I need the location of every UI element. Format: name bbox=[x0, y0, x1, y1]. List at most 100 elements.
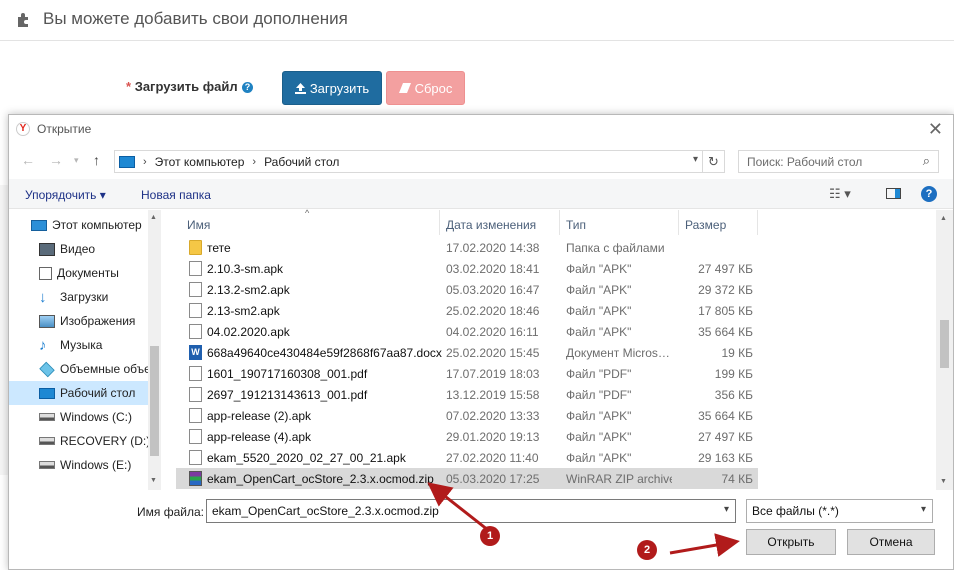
nav-item-music[interactable]: ♪ Музыка bbox=[9, 333, 148, 357]
file-icon bbox=[189, 324, 202, 339]
column-size[interactable]: Размер bbox=[679, 210, 758, 235]
cancel-button[interactable]: Отмена bbox=[847, 529, 935, 555]
file-row[interactable]: ekam_5520_2020_02_27_00_21.apk 27.02.202… bbox=[176, 447, 758, 468]
chevron-down-icon[interactable]: ▾ bbox=[921, 504, 926, 515]
address-row: ← → ▾ ↑ › Этот компьютер › Рабочий стол … bbox=[9, 147, 953, 175]
page-header: Вы можете добавить свои дополнения bbox=[0, 0, 954, 41]
search-icon: ⌕ bbox=[922, 153, 930, 168]
address-bar[interactable]: › Этот компьютер › Рабочий стол ▾ ↻ bbox=[114, 150, 725, 173]
view-options-icon[interactable]: ☷ ▾ bbox=[829, 186, 851, 202]
downloads-icon: ↓ bbox=[39, 288, 47, 306]
file-list: ^ Имя Дата изменения Тип Размер тете 17.… bbox=[176, 208, 938, 490]
page-side-strip bbox=[0, 185, 8, 475]
music-icon: ♪ bbox=[39, 336, 47, 354]
nav-item-drive-c[interactable]: Windows (C:) bbox=[9, 405, 148, 429]
desktop-icon bbox=[39, 387, 55, 399]
file-row[interactable]: app-release (4).apk 29.01.2020 19:13 Фай… bbox=[176, 426, 758, 447]
nav-scrollbar[interactable]: ▲ ▼ bbox=[148, 210, 161, 490]
drive-icon bbox=[39, 437, 55, 445]
open-file-dialog: Y Открытие ✕ ← → ▾ ↑ › Этот компьютер › … bbox=[8, 114, 954, 570]
3d-objects-icon bbox=[39, 361, 55, 377]
column-type[interactable]: Тип bbox=[560, 210, 679, 235]
file-type-select[interactable]: Все файлы (*.*) ▾ bbox=[746, 499, 933, 523]
drive-icon bbox=[39, 413, 55, 421]
forward-arrow-icon[interactable]: → bbox=[49, 152, 63, 168]
file-row[interactable]: 2.13.2-sm2.apk 05.03.2020 16:47 Файл "AP… bbox=[176, 279, 758, 300]
file-row[interactable]: W 668a49640ce430484e59f2868f67aa87.docx 2… bbox=[176, 342, 758, 363]
column-date[interactable]: Дата изменения bbox=[440, 210, 560, 235]
back-arrow-icon[interactable]: ← bbox=[21, 152, 35, 168]
file-row[interactable]: тете 17.02.2020 14:38 Папка с файлами bbox=[176, 237, 758, 258]
filename-label: Имя файла: bbox=[137, 505, 204, 519]
recent-chevron-icon[interactable]: ▾ bbox=[74, 155, 79, 166]
scroll-up-icon[interactable]: ▲ bbox=[150, 214, 157, 221]
nav-item-video[interactable]: Видео bbox=[9, 237, 148, 261]
filename-input[interactable]: ekam_OpenCart_ocStore_2.3.x.ocmod.zip ▾ bbox=[206, 499, 736, 523]
folder-icon bbox=[189, 240, 202, 255]
annotation-badge-2: 2 bbox=[637, 540, 657, 560]
nav-item-drive-e[interactable]: Windows (E:) bbox=[9, 453, 148, 477]
file-row[interactable]: 1601_190717160308_001.pdf 17.07.2019 18:… bbox=[176, 363, 758, 384]
close-icon[interactable]: ✕ bbox=[928, 119, 943, 140]
organize-menu[interactable]: Упорядочить ▾ bbox=[25, 188, 106, 202]
puzzle-icon bbox=[18, 13, 28, 27]
search-input[interactable]: Поиск: Рабочий стол ⌕ bbox=[738, 150, 939, 173]
file-row-selected[interactable]: ekam_OpenCart_ocStore_2.3.x.ocmod.zip 05… bbox=[176, 468, 758, 489]
file-icon bbox=[189, 261, 202, 276]
chevron-down-icon[interactable]: ▾ bbox=[693, 154, 698, 165]
nav-item-3d-objects[interactable]: Объемные объе bbox=[9, 357, 148, 381]
chevron-down-icon[interactable]: ▾ bbox=[724, 504, 729, 515]
word-icon: W bbox=[189, 345, 202, 360]
nav-item-drive-d[interactable]: RECOVERY (D:) bbox=[9, 429, 148, 453]
winrar-icon bbox=[189, 471, 202, 486]
reset-button[interactable]: Сброс bbox=[386, 71, 465, 105]
file-row[interactable]: 2.13-sm2.apk 25.02.2020 18:46 Файл "APK"… bbox=[176, 300, 758, 321]
breadcrumb-computer[interactable]: Этот компьютер bbox=[155, 155, 245, 169]
nav-item-this-pc[interactable]: Этот компьютер bbox=[9, 213, 148, 237]
images-icon bbox=[39, 314, 55, 328]
scroll-thumb[interactable] bbox=[940, 320, 949, 368]
file-row[interactable]: app-release (2).apk 07.02.2020 13:33 Фай… bbox=[176, 405, 758, 426]
up-arrow-icon[interactable]: ↑ bbox=[93, 152, 100, 168]
file-icon bbox=[189, 282, 202, 297]
drive-icon bbox=[39, 461, 55, 469]
dialog-toolbar: Упорядочить ▾ Новая папка ☷ ▾ ? bbox=[9, 179, 953, 209]
refresh-icon[interactable]: ↻ bbox=[702, 151, 724, 172]
page-title: Вы можете добавить свои дополнения bbox=[43, 9, 348, 28]
nav-item-documents[interactable]: Документы bbox=[9, 261, 148, 285]
documents-icon bbox=[39, 266, 52, 280]
breadcrumb-desktop[interactable]: Рабочий стол bbox=[264, 155, 339, 169]
help-icon[interactable]: ? bbox=[921, 186, 937, 202]
upload-button[interactable]: Загрузить bbox=[282, 71, 382, 105]
scroll-down-icon[interactable]: ▼ bbox=[150, 477, 157, 484]
nav-item-downloads[interactable]: ↓ Загрузки bbox=[9, 285, 148, 309]
file-icon bbox=[189, 408, 202, 423]
computer-icon bbox=[31, 219, 47, 231]
file-icon bbox=[189, 450, 202, 465]
computer-icon bbox=[119, 155, 135, 168]
file-icon bbox=[189, 429, 202, 444]
column-name[interactable]: Имя bbox=[176, 210, 440, 235]
required-star: * bbox=[126, 79, 132, 94]
video-icon bbox=[39, 242, 55, 256]
scroll-thumb[interactable] bbox=[150, 346, 159, 456]
scroll-down-icon[interactable]: ▼ bbox=[940, 478, 947, 485]
help-icon[interactable]: ? bbox=[242, 82, 253, 93]
dialog-titlebar: Y Открытие ✕ bbox=[9, 115, 953, 144]
file-row[interactable]: 2697_191213143613_001.pdf 13.12.2019 15:… bbox=[176, 384, 758, 405]
file-list-scrollbar[interactable]: ▲ ▼ bbox=[936, 210, 953, 490]
upload-file-label: * Загрузить файл bbox=[126, 79, 238, 94]
nav-item-images[interactable]: Изображения bbox=[9, 309, 148, 333]
scroll-up-icon[interactable]: ▲ bbox=[940, 215, 947, 222]
open-button[interactable]: Открыть bbox=[746, 529, 836, 555]
preview-pane-icon[interactable] bbox=[886, 188, 901, 199]
nav-item-desktop[interactable]: Рабочий стол bbox=[9, 381, 148, 405]
file-row[interactable]: 04.02.2020.apk 04.02.2020 16:11 Файл "AP… bbox=[176, 321, 758, 342]
upload-icon bbox=[294, 82, 306, 94]
file-row[interactable]: 2.10.3-sm.apk 03.02.2020 18:41 Файл "APK… bbox=[176, 258, 758, 279]
browser-logo-icon: Y bbox=[16, 122, 30, 136]
new-folder-button[interactable]: Новая папка bbox=[141, 188, 211, 202]
file-icon bbox=[189, 303, 202, 318]
dialog-title: Открытие bbox=[37, 122, 92, 136]
pdf-icon bbox=[189, 387, 202, 402]
